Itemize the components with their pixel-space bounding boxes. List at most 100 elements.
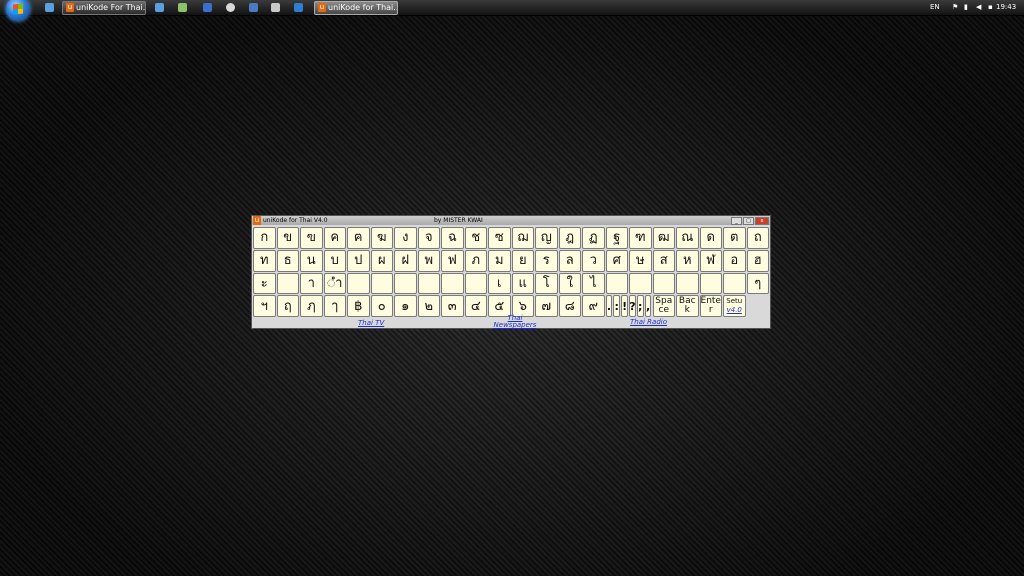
key[interactable]: ภ — [464, 249, 487, 272]
key[interactable]: ซ — [488, 227, 511, 249]
key[interactable]: ฏ — [582, 227, 605, 249]
key[interactable]: จ — [417, 227, 440, 249]
key[interactable]: ญ — [535, 227, 558, 249]
ie-icon[interactable] — [45, 3, 54, 12]
key[interactable]: บ — [323, 249, 346, 272]
backspace-button[interactable]: Back — [676, 295, 699, 317]
thai-tv-link[interactable]: Thai TV — [358, 319, 384, 327]
key[interactable]: โ — [535, 272, 558, 295]
clock[interactable]: 19:43 — [996, 0, 1016, 15]
key[interactable]: ฌ — [511, 227, 534, 249]
key-colon[interactable]: : — [613, 295, 621, 317]
key[interactable] — [276, 272, 299, 295]
setup-button[interactable]: Setu v4.0 — [723, 295, 746, 317]
key[interactable]: ง — [394, 227, 417, 249]
window-titlebar[interactable]: u uniKode for Thai V4.0 by MISTER KWAI _… — [252, 216, 770, 225]
key[interactable]: ศ — [605, 249, 628, 272]
space-button[interactable]: Space — [652, 295, 675, 317]
key[interactable]: ฬ — [699, 249, 722, 272]
key[interactable] — [464, 272, 487, 295]
key[interactable]: ณ — [676, 227, 699, 249]
key[interactable]: ะ — [253, 272, 276, 295]
key[interactable]: ฒ — [652, 227, 675, 249]
key[interactable]: ๒ — [417, 295, 440, 317]
taskbar-task-unikode-1[interactable]: u uniKode For Thai... — [62, 1, 146, 15]
key[interactable]: ฅ — [347, 227, 370, 249]
key[interactable] — [417, 272, 440, 295]
key[interactable] — [676, 272, 699, 295]
key[interactable] — [699, 272, 722, 295]
key[interactable]: ต — [723, 227, 746, 249]
word-icon[interactable] — [203, 3, 212, 12]
flag-icon[interactable]: ⚑ — [952, 0, 958, 15]
start-button[interactable] — [6, 0, 30, 21]
volume-icon[interactable]: ◀ — [976, 0, 981, 15]
key[interactable]: ฝ — [394, 249, 417, 272]
key[interactable]: พ — [417, 249, 440, 272]
key[interactable]: ท — [253, 249, 276, 272]
key[interactable] — [629, 272, 652, 295]
key[interactable]: ข — [276, 227, 299, 249]
key[interactable]: ไ — [582, 272, 605, 295]
key[interactable]: ฿ — [347, 295, 370, 317]
key[interactable]: ใ — [558, 272, 581, 295]
key[interactable]: ฦ — [300, 295, 323, 317]
key[interactable] — [394, 272, 417, 295]
network-icon[interactable]: ▮ — [964, 0, 968, 15]
key[interactable]: ๗ — [535, 295, 558, 317]
key-semicolon[interactable]: ; — [636, 295, 644, 317]
key[interactable]: ฯ — [253, 295, 276, 317]
key[interactable]: ๓ — [441, 295, 464, 317]
key[interactable]: ฐ — [605, 227, 628, 249]
key[interactable]: ย — [511, 249, 534, 272]
taskbar-task-unikode-2[interactable]: u uniKode for Thai... — [314, 1, 398, 15]
key[interactable] — [652, 272, 675, 295]
key[interactable]: ม — [488, 249, 511, 272]
key[interactable] — [605, 272, 628, 295]
chrome-icon[interactable] — [226, 3, 235, 12]
key[interactable]: ผ — [370, 249, 393, 272]
messenger-icon[interactable] — [178, 3, 187, 12]
key[interactable]: ธ — [276, 249, 299, 272]
key[interactable]: ช — [464, 227, 487, 249]
key[interactable]: ฑ — [629, 227, 652, 249]
enter-button[interactable]: Enter — [699, 295, 722, 317]
key[interactable]: ๐ — [370, 295, 393, 317]
key[interactable]: น — [300, 249, 323, 272]
key[interactable]: ฟ — [441, 249, 464, 272]
key[interactable]: ส — [652, 249, 675, 272]
version-link[interactable]: v4.0 — [727, 307, 742, 314]
key[interactable]: ◌ํา — [323, 272, 346, 295]
key-period[interactable]: . — [605, 295, 613, 317]
key[interactable]: ด — [699, 227, 722, 249]
key[interactable]: า — [300, 272, 323, 295]
key[interactable]: ๅ — [323, 295, 346, 317]
close-button[interactable]: x — [755, 217, 769, 225]
key[interactable] — [370, 272, 393, 295]
key[interactable] — [347, 272, 370, 295]
key[interactable]: เ — [488, 272, 511, 295]
key[interactable]: ก — [253, 227, 276, 249]
key[interactable]: ค — [323, 227, 346, 249]
key[interactable]: ๔ — [464, 295, 487, 317]
key[interactable]: ๘ — [558, 295, 581, 317]
thai-newspapers-link[interactable]: Thai Newspapers — [492, 315, 538, 329]
thai-radio-link[interactable]: Thai Radio — [630, 318, 667, 326]
key[interactable]: ๑ — [394, 295, 417, 317]
key[interactable]: ฎ — [558, 227, 581, 249]
key[interactable]: แ — [511, 272, 534, 295]
key-question[interactable]: ? — [628, 295, 636, 317]
key[interactable] — [723, 272, 746, 295]
minimize-button[interactable]: _ — [731, 217, 742, 225]
key[interactable]: ฃ — [300, 227, 323, 249]
maximize-button[interactable]: □ — [743, 217, 754, 225]
key[interactable]: ฆ — [370, 227, 393, 249]
key[interactable]: ห — [676, 249, 699, 272]
key[interactable] — [441, 272, 464, 295]
key[interactable]: ล — [558, 249, 581, 272]
key-exclamation[interactable]: ! — [621, 295, 628, 317]
media-player-icon[interactable] — [249, 3, 258, 12]
language-indicator[interactable]: EN — [930, 0, 940, 15]
key[interactable]: ร — [535, 249, 558, 272]
key[interactable]: ฮ — [746, 249, 769, 272]
